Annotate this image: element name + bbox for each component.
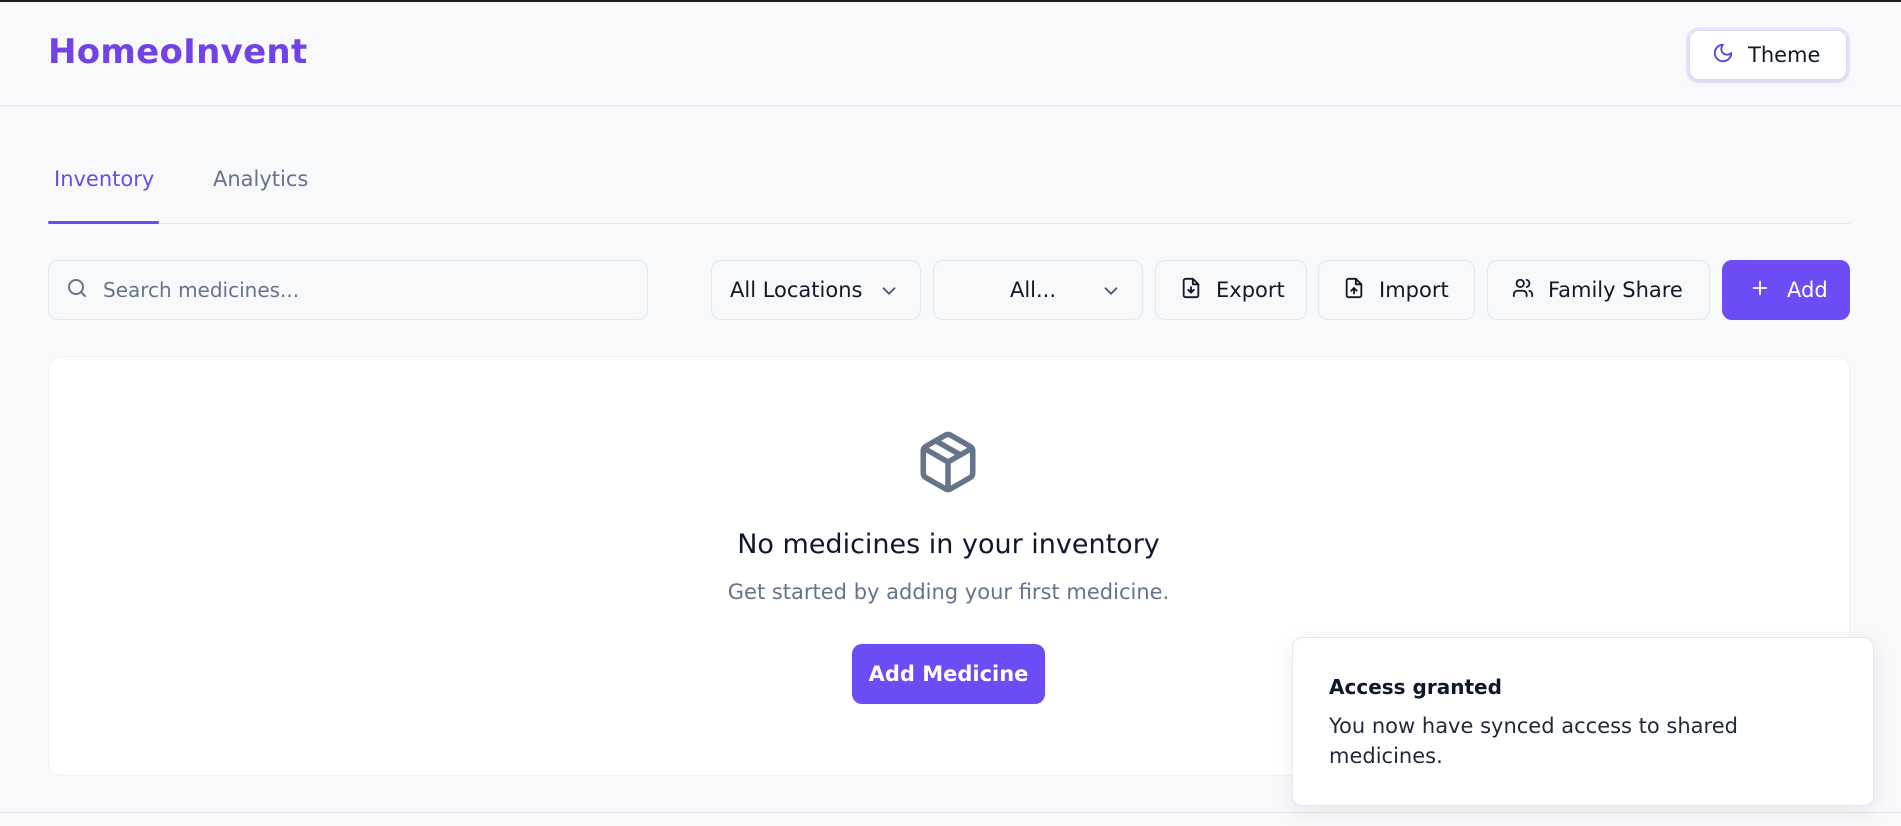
- search-icon: [65, 276, 89, 304]
- location-select-value: All Locations: [730, 278, 863, 302]
- export-button[interactable]: Export: [1155, 260, 1307, 320]
- category-select[interactable]: All...: [933, 260, 1143, 320]
- theme-label: Theme: [1748, 43, 1821, 67]
- package-icon: [915, 427, 981, 497]
- chevron-down-icon: [1100, 280, 1122, 307]
- tab-analytics[interactable]: Analytics: [213, 167, 308, 191]
- moon-icon: [1712, 42, 1734, 69]
- import-button[interactable]: Import: [1318, 260, 1475, 320]
- family-share-label: Family Share: [1548, 278, 1683, 302]
- tab-inventory[interactable]: Inventory: [54, 167, 154, 191]
- export-label: Export: [1216, 278, 1285, 302]
- toast-title: Access granted: [1329, 675, 1502, 699]
- category-select-value: All...: [1009, 278, 1057, 302]
- file-download-icon: [1180, 277, 1202, 304]
- import-label: Import: [1379, 278, 1449, 302]
- location-select[interactable]: All Locations: [711, 260, 921, 320]
- active-tab-indicator: [48, 221, 159, 224]
- footer-divider: [0, 812, 1901, 813]
- empty-state-title: No medicines in your inventory: [737, 529, 1160, 560]
- chevron-down-icon: [878, 280, 900, 307]
- app-page: HomeoInvent Theme Inventory Analytics Al…: [0, 0, 1901, 826]
- theme-toggle-button[interactable]: Theme: [1689, 30, 1847, 80]
- toast-message: You now have synced access to shared med…: [1329, 714, 1738, 768]
- search-box[interactable]: [48, 260, 648, 320]
- users-icon: [1512, 277, 1534, 304]
- add-medicine-button[interactable]: Add Medicine: [852, 644, 1045, 704]
- search-input[interactable]: [103, 278, 603, 302]
- app-header: HomeoInvent Theme: [0, 2, 1901, 106]
- add-button[interactable]: Add: [1722, 260, 1850, 320]
- empty-state-subtitle: Get started by adding your first medicin…: [727, 580, 1170, 604]
- tab-bar: Inventory Analytics: [48, 152, 1850, 224]
- file-upload-icon: [1343, 277, 1365, 304]
- app-logo[interactable]: HomeoInvent: [48, 32, 308, 72]
- add-label: Add: [1787, 278, 1828, 302]
- toast-notification[interactable]: Access granted You now have synced acces…: [1292, 637, 1874, 806]
- plus-icon: [1749, 277, 1771, 304]
- family-share-button[interactable]: Family Share: [1487, 260, 1710, 320]
